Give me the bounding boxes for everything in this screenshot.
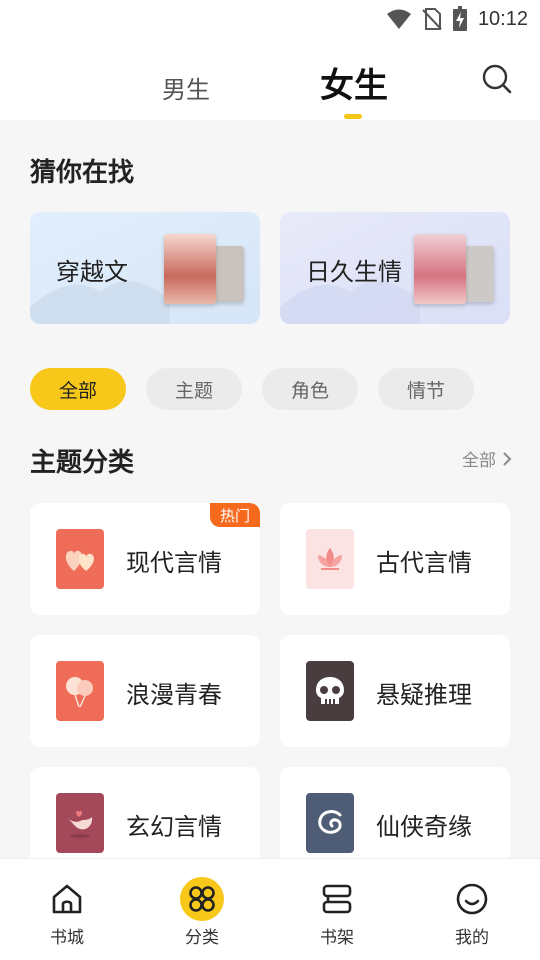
- nav-bookshelf[interactable]: 书架: [287, 877, 387, 948]
- nav-label: 我的: [455, 928, 489, 948]
- book-cover-image: [414, 234, 466, 304]
- hot-badge: 热门: [210, 503, 260, 527]
- category-card-youth-romance[interactable]: 浪漫青春: [30, 635, 260, 747]
- nav-mine[interactable]: 我的: [422, 877, 522, 948]
- top-header: 男生 女生: [0, 36, 540, 120]
- tab-female[interactable]: 女生: [320, 58, 388, 107]
- book-cover-image: [214, 246, 244, 302]
- category-card-xianxia[interactable]: 仙侠奇缘: [280, 767, 510, 858]
- category-label: 现代言情: [126, 549, 222, 577]
- theme-all-label: 全部: [462, 451, 496, 471]
- active-tab-indicator: [344, 114, 362, 119]
- guess-card-love-over-time[interactable]: 日久生情: [280, 212, 510, 324]
- nav-label: 书架: [320, 928, 354, 948]
- nav-label: 书城: [50, 928, 84, 948]
- bird-icon: [56, 793, 104, 853]
- status-time: 10:12: [477, 7, 528, 30]
- guess-section-title: 猜你在找: [30, 158, 135, 188]
- bottom-navigation: 书城 分类 书架 我的: [0, 858, 540, 960]
- category-icon: [180, 877, 224, 921]
- chip-theme[interactable]: 主题: [146, 368, 242, 410]
- category-card-mystery[interactable]: 悬疑推理: [280, 635, 510, 747]
- search-icon[interactable]: [482, 64, 512, 94]
- lotus-icon: [306, 529, 354, 589]
- category-card-fantasy-romance[interactable]: 玄幻言情: [30, 767, 260, 858]
- category-label: 浪漫青春: [126, 681, 222, 709]
- category-card-ancient-romance[interactable]: 古代言情: [280, 503, 510, 615]
- nav-label: 分类: [185, 928, 219, 948]
- book-cover-image: [464, 246, 494, 302]
- category-label: 古代言情: [376, 549, 472, 577]
- nav-bookstore[interactable]: 书城: [17, 877, 117, 948]
- chip-all[interactable]: 全部: [30, 368, 126, 410]
- bookshelf-icon: [315, 877, 359, 921]
- skull-icon: [306, 661, 354, 721]
- category-card-modern-romance[interactable]: 现代言情 热门: [30, 503, 260, 615]
- hearts-icon: [56, 529, 104, 589]
- main-content[interactable]: 猜你在找 穿越文 日久生情 全部 主题 角色 情节 主题分类 全部 现代言情 热…: [0, 120, 540, 858]
- home-icon: [45, 877, 89, 921]
- balloons-icon: [56, 661, 104, 721]
- nav-category[interactable]: 分类: [152, 877, 252, 948]
- chip-plot[interactable]: 情节: [378, 368, 474, 410]
- no-sim-icon: [422, 8, 442, 30]
- chip-role[interactable]: 角色: [262, 368, 358, 410]
- tab-male[interactable]: 男生: [162, 70, 210, 105]
- filter-chips: 全部 主题 角色 情节: [30, 368, 474, 410]
- guess-card-time-travel[interactable]: 穿越文: [30, 212, 260, 324]
- theme-section-title: 主题分类: [30, 448, 135, 478]
- book-cover-image: [164, 234, 216, 304]
- category-label: 仙侠奇缘: [376, 813, 472, 841]
- theme-all-link[interactable]: 全部: [462, 446, 512, 471]
- guess-card-label: 穿越文: [56, 258, 128, 286]
- smile-icon: [450, 877, 494, 921]
- swirl-icon: [306, 793, 354, 853]
- chevron-right-icon: [503, 451, 512, 466]
- category-label: 玄幻言情: [126, 813, 222, 841]
- category-label: 悬疑推理: [376, 681, 472, 709]
- status-bar: 10:12: [0, 0, 540, 36]
- guess-card-label: 日久生情: [306, 258, 402, 286]
- battery-charging-icon: [452, 6, 467, 31]
- wifi-icon: [386, 9, 411, 29]
